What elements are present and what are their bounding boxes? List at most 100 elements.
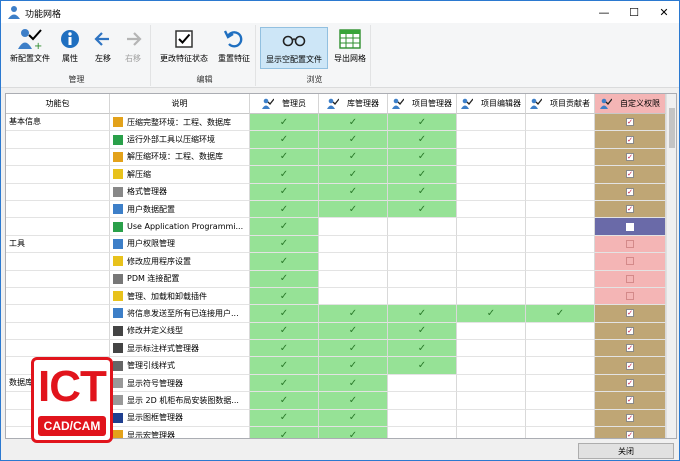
checkbox-checked-icon[interactable]: ✓: [626, 396, 634, 405]
role-permission-cell[interactable]: ✓: [250, 235, 319, 254]
role-permission-cell[interactable]: [526, 148, 595, 167]
table-row[interactable]: 基本信息 压缩完整环境：工程、数据库 ✓ ✓ ✓ ✓: [6, 114, 666, 132]
table-row[interactable]: 修改应用程序设置 ✓: [6, 253, 666, 271]
role-permission-cell[interactable]: [526, 183, 595, 201]
role-permission-cell[interactable]: [457, 235, 526, 254]
role-permission-cell[interactable]: [457, 340, 526, 358]
role-permission-cell[interactable]: ✓: [250, 218, 319, 236]
checkbox-checked-icon[interactable]: ✓: [626, 361, 634, 370]
custom-permission-cell[interactable]: ✓: [595, 427, 666, 438]
col-header-package[interactable]: 功能包: [6, 94, 110, 114]
col-header-description[interactable]: 说明: [110, 94, 250, 114]
description-cell[interactable]: 显示图框管理器: [110, 409, 250, 428]
table-row[interactable]: PDM 连接配置 ✓: [6, 270, 666, 288]
role-permission-cell[interactable]: [526, 392, 595, 410]
scrollbar-thumb[interactable]: [669, 108, 675, 148]
table-row[interactable]: 工具 用户权限管理 ✓: [6, 235, 666, 254]
custom-permission-cell[interactable]: ✓: [595, 357, 666, 375]
role-permission-cell[interactable]: [457, 427, 526, 438]
custom-permission-cell[interactable]: ✓: [595, 409, 666, 428]
checkbox-checked-icon[interactable]: ✓: [626, 413, 634, 422]
role-permission-cell[interactable]: [526, 235, 595, 254]
role-permission-cell[interactable]: ✓: [319, 340, 388, 358]
table-row[interactable]: 用户数据配置 ✓ ✓ ✓ ✓: [6, 200, 666, 219]
reset-feature-button[interactable]: 重置特征: [214, 27, 254, 69]
role-permission-cell[interactable]: ✓: [319, 166, 388, 184]
checkbox-unchecked-icon[interactable]: [626, 257, 634, 266]
role-permission-cell[interactable]: ✓: [250, 357, 319, 375]
checkbox-checked-icon[interactable]: ✓: [626, 309, 634, 318]
role-permission-cell[interactable]: [457, 322, 526, 341]
description-cell[interactable]: 显示宏管理器: [110, 427, 250, 438]
checkbox-checked-icon[interactable]: ✓: [626, 379, 634, 388]
description-cell[interactable]: 解压缩环境：工程、数据库: [110, 148, 250, 167]
description-cell[interactable]: 将信息发送至所有已连接用户...: [110, 305, 250, 323]
role-permission-cell[interactable]: ✓: [250, 114, 319, 132]
role-permission-cell[interactable]: ✓: [319, 148, 388, 167]
description-cell[interactable]: 显示标注样式管理器: [110, 340, 250, 358]
table-row[interactable]: 运行外部工具以压缩环境 ✓ ✓ ✓ ✓: [6, 131, 666, 149]
role-permission-cell[interactable]: [526, 218, 595, 236]
col-header-role[interactable]: 项目编辑器: [457, 94, 526, 114]
table-row[interactable]: Use Application Programmi... ✓: [6, 218, 666, 236]
role-permission-cell[interactable]: ✓: [319, 183, 388, 201]
checkbox-checked-icon[interactable]: ✓: [626, 344, 634, 353]
role-permission-cell[interactable]: ✓: [388, 357, 457, 375]
maximize-button[interactable]: ☐: [619, 1, 649, 23]
custom-permission-cell[interactable]: ✓: [595, 322, 666, 341]
role-permission-cell[interactable]: ✓: [388, 200, 457, 219]
role-permission-cell[interactable]: [388, 374, 457, 393]
role-permission-cell[interactable]: [526, 200, 595, 219]
description-cell[interactable]: 修改并定义线型: [110, 322, 250, 341]
change-feature-state-button[interactable]: 更改特征状态: [156, 27, 212, 69]
vertical-scrollbar[interactable]: [666, 94, 676, 438]
checkbox-checked-icon[interactable]: ✓: [626, 326, 634, 335]
description-cell[interactable]: 修改应用程序设置: [110, 253, 250, 271]
table-row[interactable]: 显示标注样式管理器 ✓ ✓ ✓ ✓: [6, 340, 666, 358]
role-permission-cell[interactable]: [388, 235, 457, 254]
description-cell[interactable]: 管理引线样式: [110, 357, 250, 375]
description-cell[interactable]: 管理、加载和卸载插件: [110, 287, 250, 306]
role-permission-cell[interactable]: [457, 270, 526, 288]
role-permission-cell[interactable]: [457, 392, 526, 410]
role-permission-cell[interactable]: ✓: [319, 322, 388, 341]
role-permission-cell[interactable]: [319, 218, 388, 236]
role-permission-cell[interactable]: ✓: [388, 148, 457, 167]
role-permission-cell[interactable]: [526, 322, 595, 341]
description-cell[interactable]: 运行外部工具以压缩环境: [110, 131, 250, 149]
role-permission-cell[interactable]: [526, 409, 595, 428]
description-cell[interactable]: PDM 连接配置: [110, 270, 250, 288]
checkbox-checked-icon[interactable]: ✓: [626, 170, 634, 179]
new-config-button[interactable]: + 新配置文件: [5, 27, 55, 69]
col-header-role[interactable]: 自定义权限: [595, 94, 666, 114]
table-row[interactable]: 解压缩环境：工程、数据库 ✓ ✓ ✓ ✓: [6, 148, 666, 167]
description-cell[interactable]: 显示 2D 机柜布局安装图数据...: [110, 392, 250, 410]
checkbox-unchecked-icon[interactable]: [626, 239, 634, 248]
role-permission-cell[interactable]: ✓: [388, 114, 457, 132]
role-permission-cell[interactable]: [457, 218, 526, 236]
role-permission-cell[interactable]: [526, 287, 595, 306]
role-permission-cell[interactable]: [388, 218, 457, 236]
col-header-role[interactable]: 管理员: [250, 94, 319, 114]
role-permission-cell[interactable]: [457, 200, 526, 219]
col-header-role[interactable]: 项目管理器: [388, 94, 457, 114]
role-permission-cell[interactable]: [457, 131, 526, 149]
role-permission-cell[interactable]: [319, 235, 388, 254]
role-permission-cell[interactable]: ✓: [457, 305, 526, 323]
minimize-button[interactable]: —: [589, 1, 619, 23]
role-permission-cell[interactable]: ✓: [526, 305, 595, 323]
table-row[interactable]: 修改并定义线型 ✓ ✓ ✓ ✓: [6, 322, 666, 341]
role-permission-cell[interactable]: ✓: [388, 166, 457, 184]
role-permission-cell[interactable]: [526, 427, 595, 438]
role-permission-cell[interactable]: ✓: [388, 340, 457, 358]
col-header-role[interactable]: 项目贡献者: [526, 94, 595, 114]
role-permission-cell[interactable]: ✓: [250, 287, 319, 306]
role-permission-cell[interactable]: ✓: [250, 305, 319, 323]
col-header-role[interactable]: 库管理器: [319, 94, 388, 114]
description-cell[interactable]: 压缩完整环境：工程、数据库: [110, 114, 250, 132]
properties-button[interactable]: 属性: [55, 27, 85, 69]
role-permission-cell[interactable]: ✓: [388, 305, 457, 323]
description-cell[interactable]: 显示符号管理器: [110, 374, 250, 393]
checkbox-selected-icon[interactable]: [626, 222, 634, 231]
custom-permission-cell[interactable]: [595, 287, 666, 306]
